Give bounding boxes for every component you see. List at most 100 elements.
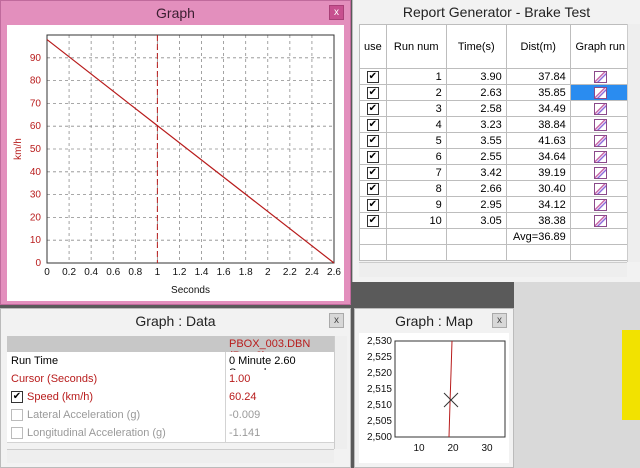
data-row[interactable]: Cursor (Seconds) 1.00 xyxy=(7,370,334,389)
time-cell: 3.23 xyxy=(445,116,507,133)
use-checkbox-cell[interactable]: ✔ xyxy=(359,164,387,181)
map-y-tick-label: 2,530 xyxy=(367,336,392,347)
graph-run-cell[interactable] xyxy=(569,164,631,181)
col-run-num[interactable]: Run num xyxy=(385,24,447,69)
report-row[interactable]: ✔ 6 2.55 34.64 xyxy=(359,148,631,165)
graph-run-cell[interactable] xyxy=(569,84,631,101)
use-checkbox[interactable]: ✔ xyxy=(366,166,379,179)
graph-run-icon[interactable] xyxy=(593,150,607,163)
map-window-title: Graph : Map xyxy=(395,313,473,329)
col-time[interactable]: Time(s) xyxy=(445,24,507,69)
data-row[interactable]: Run Time0 Minute 2.60 Seconds xyxy=(7,352,334,379)
use-checkbox[interactable]: ✔ xyxy=(366,134,379,147)
use-checkbox-cell[interactable]: ✔ xyxy=(359,148,387,165)
map-plot-area[interactable]: 2,530 2,525 2,520 2,515 2,510 2,505 2,500 10 20 3… xyxy=(359,333,509,463)
graph-close-button[interactable]: x xyxy=(329,5,344,20)
use-checkbox[interactable]: ✔ xyxy=(366,86,379,99)
report-row[interactable]: ✔ 2 2.63 35.85 xyxy=(359,84,631,101)
time-cell: 2.95 xyxy=(445,196,507,213)
data-row-checkbox[interactable] xyxy=(11,409,23,421)
dist-cell: 34.64 xyxy=(505,148,571,165)
graph-map-window: Graph : Map x 2,530 2,525 2,520 2,515 2,510 2… xyxy=(354,308,514,468)
graph-run-icon[interactable] xyxy=(593,70,607,83)
col-dist[interactable]: Dist(m) xyxy=(505,24,571,69)
run-num-cell: 8 xyxy=(385,180,447,197)
run-num-cell: 3 xyxy=(385,100,447,117)
use-checkbox[interactable]: ✔ xyxy=(366,198,379,211)
graph-run-icon[interactable] xyxy=(593,214,607,227)
report-row[interactable]: ✔ 10 3.05 38.38 xyxy=(359,212,631,229)
graph-run-cell[interactable] xyxy=(569,180,631,197)
map-y-tick-label: 2,515 xyxy=(367,384,392,395)
report-horizontal-scrollbar[interactable] xyxy=(359,262,627,277)
graph-run-icon[interactable] xyxy=(593,166,607,179)
graph-run-cell[interactable] xyxy=(569,116,631,133)
col-graph-run[interactable]: Graph run xyxy=(569,24,631,69)
graph-run-cell[interactable] xyxy=(569,196,631,213)
data-vertical-scrollbar[interactable] xyxy=(334,336,347,449)
data-close-button[interactable]: x xyxy=(329,313,344,328)
use-checkbox-cell[interactable]: ✔ xyxy=(359,68,387,85)
graph-plot-area[interactable]: 0 0.2 0.4 0.6 0.8 1 1.2 1.4 1.6 1.8 2 2.2 2.4 2.6 0 10 2… xyxy=(7,25,344,301)
data-row-value: -0.009 xyxy=(229,409,261,421)
x-tick-label: 0.8 xyxy=(128,267,142,278)
data-row-checkbox[interactable]: ✔ xyxy=(11,391,23,403)
use-checkbox[interactable]: ✔ xyxy=(366,118,379,131)
graph-run-cell[interactable] xyxy=(569,132,631,149)
empty-cell xyxy=(569,244,631,261)
report-vertical-scrollbar[interactable] xyxy=(627,24,640,262)
column-separator xyxy=(225,424,226,442)
use-checkbox-cell[interactable]: ✔ xyxy=(359,116,387,133)
use-checkbox-cell[interactable]: ✔ xyxy=(359,196,387,213)
data-header-row: PBOX_003.DBN (Run 2) xyxy=(7,336,334,362)
empty-cell xyxy=(385,228,447,245)
use-checkbox-cell[interactable]: ✔ xyxy=(359,100,387,117)
dist-cell: 37.84 xyxy=(505,68,571,85)
y-tick-label: 10 xyxy=(30,235,42,246)
graph-run-icon[interactable] xyxy=(593,198,607,211)
report-row[interactable]: ✔ 1 3.90 37.84 xyxy=(359,68,631,85)
graph-run-icon[interactable] xyxy=(593,86,607,99)
graph-run-cell[interactable] xyxy=(569,148,631,165)
graph-run-icon[interactable] xyxy=(593,134,607,147)
dist-cell: 30.40 xyxy=(505,180,571,197)
data-row[interactable]: ✔ Speed (km/h) 60.24 xyxy=(7,388,334,407)
map-close-button[interactable]: x xyxy=(492,313,507,328)
use-checkbox[interactable]: ✔ xyxy=(366,70,379,83)
report-row[interactable]: ✔ 4 3.23 38.84 xyxy=(359,116,631,133)
col-use[interactable]: use xyxy=(359,24,387,69)
use-checkbox[interactable]: ✔ xyxy=(366,214,379,227)
data-row[interactable]: Longitudinal Acceleration (g) -1.141 xyxy=(7,424,334,443)
graph-run-cell[interactable] xyxy=(569,100,631,117)
report-row[interactable]: ✔ 9 2.95 34.12 xyxy=(359,196,631,213)
use-checkbox-cell[interactable]: ✔ xyxy=(359,84,387,101)
report-row[interactable]: ✔ 5 3.55 41.63 xyxy=(359,132,631,149)
speed-chart[interactable]: 0 0.2 0.4 0.6 0.8 1 1.2 1.4 1.6 1.8 2 2.2 2.4 2.6 0 10 2… xyxy=(7,25,344,301)
map-chart[interactable]: 2,530 2,525 2,520 2,515 2,510 2,505 2,500 10 20 3… xyxy=(359,333,509,463)
data-row[interactable]: Lateral Acceleration (g) -0.009 xyxy=(7,406,334,425)
report-row[interactable]: ✔ 3 2.58 34.49 xyxy=(359,100,631,117)
background-accent xyxy=(622,330,640,420)
data-horizontal-scrollbar[interactable] xyxy=(7,449,334,463)
y-tick-label: 20 xyxy=(30,212,42,223)
use-checkbox-cell[interactable]: ✔ xyxy=(359,180,387,197)
graph-run-icon[interactable] xyxy=(593,118,607,131)
use-checkbox[interactable]: ✔ xyxy=(366,150,379,163)
report-row[interactable]: ✔ 8 2.66 30.40 xyxy=(359,180,631,197)
use-checkbox[interactable]: ✔ xyxy=(366,182,379,195)
data-row-value: 1.00 xyxy=(229,373,251,385)
y-tick-label: 30 xyxy=(30,190,42,201)
graph-run-icon[interactable] xyxy=(593,182,607,195)
map-x-tick-label: 20 xyxy=(447,443,459,454)
graph-run-cell[interactable] xyxy=(569,68,631,85)
dist-cell: 41.63 xyxy=(505,132,571,149)
empty-cell xyxy=(359,228,387,245)
report-row[interactable]: ✔ 7 3.42 39.19 xyxy=(359,164,631,181)
data-row-checkbox[interactable] xyxy=(11,427,23,439)
use-checkbox[interactable]: ✔ xyxy=(366,102,379,115)
graph-run-icon[interactable] xyxy=(593,102,607,115)
graph-run-cell[interactable] xyxy=(569,212,631,229)
time-cell: 3.55 xyxy=(445,132,507,149)
use-checkbox-cell[interactable]: ✔ xyxy=(359,132,387,149)
use-checkbox-cell[interactable]: ✔ xyxy=(359,212,387,229)
